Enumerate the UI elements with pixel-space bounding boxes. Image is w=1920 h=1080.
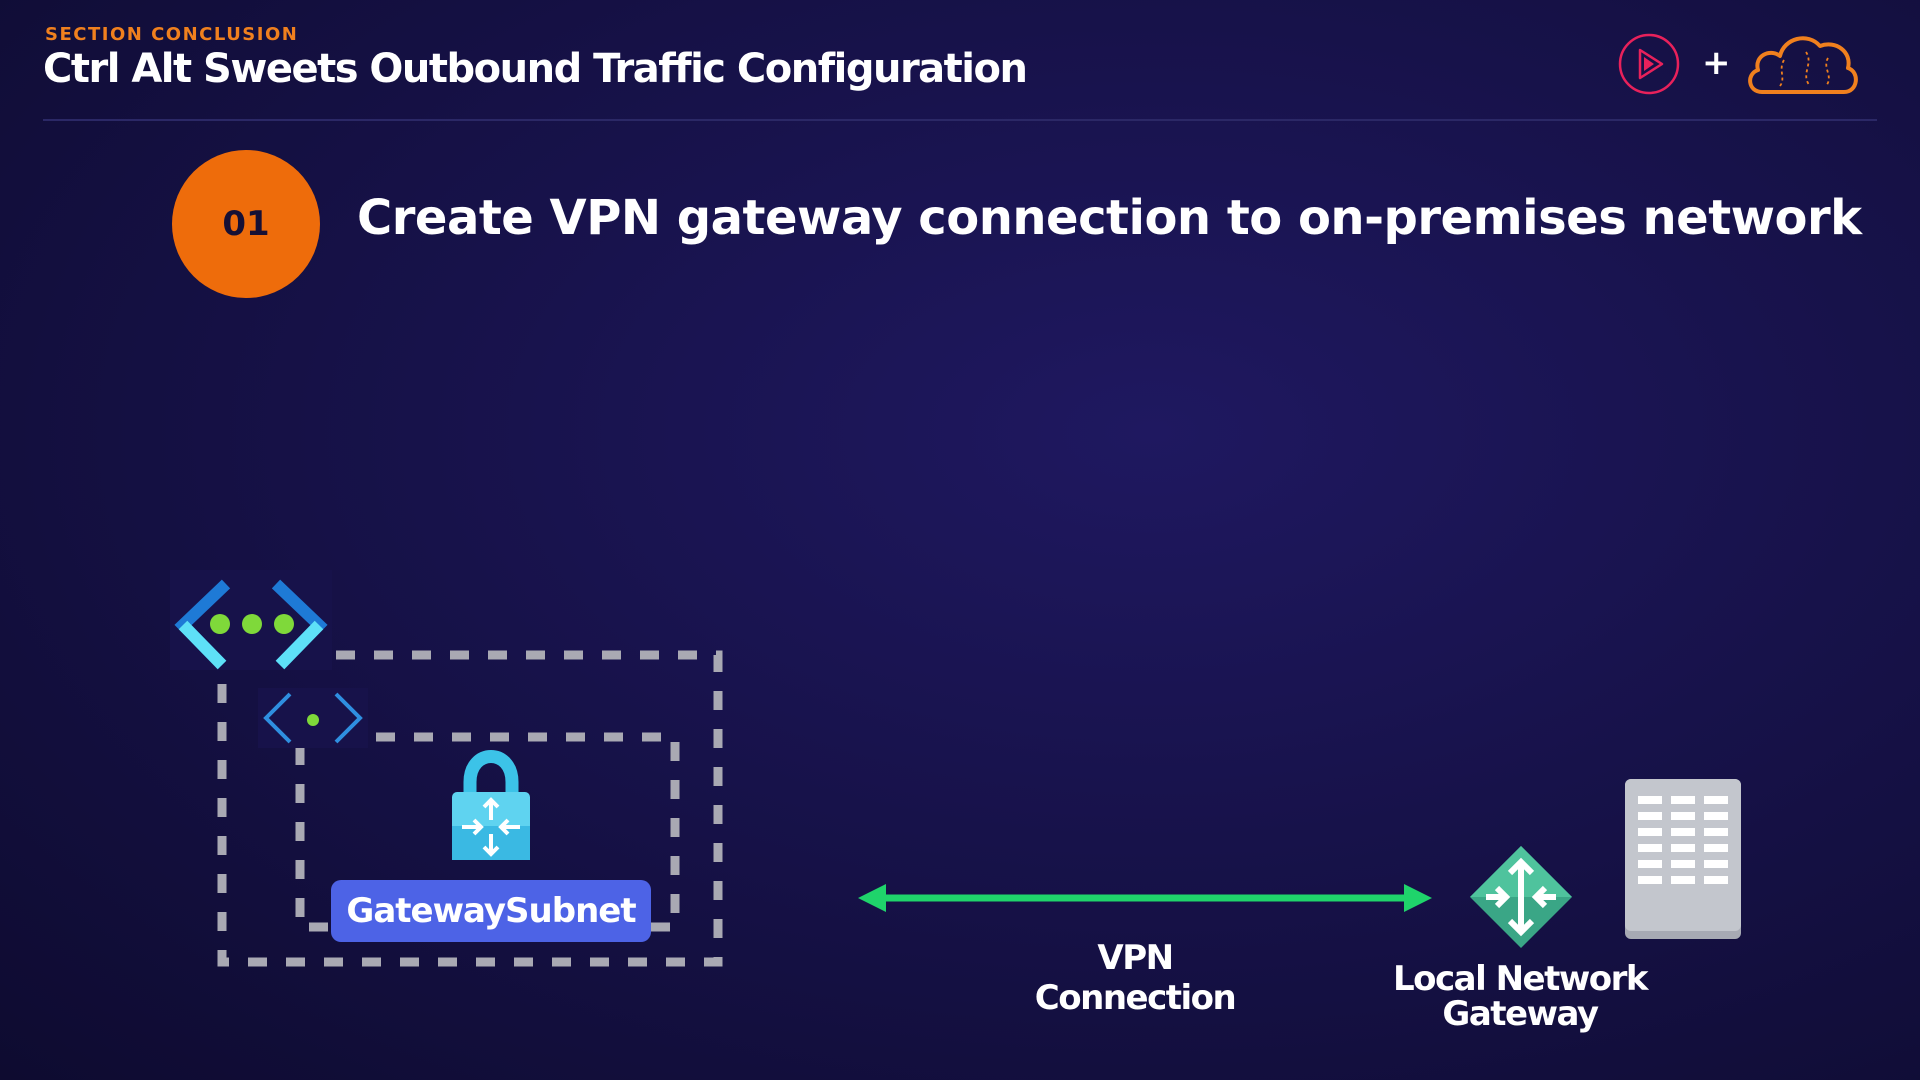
virtual-network-icon bbox=[170, 570, 332, 670]
network-diagram bbox=[170, 570, 1741, 967]
local-network-gateway-icon bbox=[1470, 846, 1572, 948]
lng-label-line2: Gateway bbox=[1442, 994, 1599, 1034]
lng-label-line1: Local Network bbox=[1392, 959, 1649, 999]
vpn-connection-label: VPN Connection bbox=[1034, 938, 1237, 1018]
subnet-icon bbox=[258, 688, 368, 748]
building-icon bbox=[1625, 779, 1741, 939]
local-network-gateway-label: Local Network Gateway bbox=[1380, 962, 1660, 1032]
subnet-label: GatewaySubnet bbox=[331, 880, 651, 942]
vpn-gateway-lock-icon bbox=[452, 750, 530, 860]
vpn-connection-arrow bbox=[858, 884, 1432, 912]
